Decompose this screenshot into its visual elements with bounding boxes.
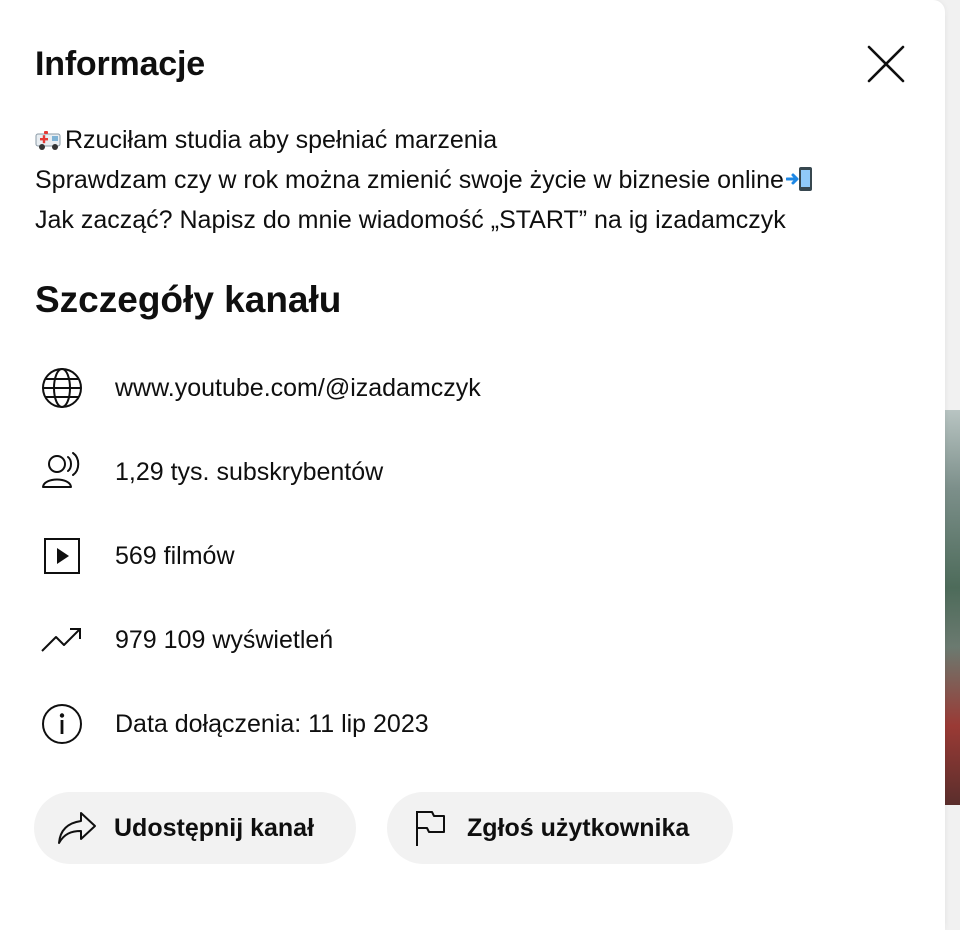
channel-details-title: Szczegóły kanału	[35, 279, 342, 320]
detail-row-views: 979 109 wyświetleń	[35, 612, 333, 668]
detail-row-url: www.youtube.com/@izadamczyk	[35, 360, 481, 416]
channel-url-link[interactable]: www.youtube.com/@izadamczyk	[115, 374, 481, 403]
description-line-2: Sprawdzam czy w rok można zmienić swoje …	[35, 160, 915, 200]
description-line-2-text: Sprawdzam czy w rok można zmienić swoje …	[35, 166, 784, 194]
close-icon	[867, 45, 905, 83]
trending-icon	[35, 616, 89, 664]
dialog-title: Informacje	[35, 45, 205, 83]
description-line-1-text: Rzuciłam studia aby spełniać marzenia	[65, 126, 498, 154]
subscribers-icon	[35, 448, 89, 496]
detail-row-subscribers: 1,29 tys. subskrybentów	[35, 444, 383, 500]
share-icon	[54, 805, 100, 851]
video-count: 569 filmów	[115, 541, 235, 570]
share-channel-label: Udostępnij kanał	[114, 813, 315, 842]
join-date: Data dołączenia: 11 lip 2023	[115, 709, 429, 738]
globe-icon	[35, 364, 89, 412]
flag-icon	[407, 805, 453, 851]
share-channel-button[interactable]: Udostępnij kanał	[34, 792, 356, 864]
video-icon	[35, 532, 89, 580]
description-line-1: Rzuciłam studia aby spełniać marzenia	[35, 120, 915, 160]
view-count: 979 109 wyświetleń	[115, 625, 334, 654]
report-user-label: Zgłoś użytkownika	[467, 813, 690, 842]
close-button[interactable]	[862, 40, 910, 88]
detail-row-joined: Data dołączenia: 11 lip 2023	[35, 696, 429, 752]
subscriber-count: 1,29 tys. subskrybentów	[115, 457, 384, 486]
report-user-button[interactable]: Zgłoś użytkownika	[387, 792, 733, 864]
description-line-3: Jak zacząć? Napisz do mnie wiadomość „ST…	[35, 206, 786, 234]
info-icon	[35, 700, 89, 748]
detail-row-videos: 569 filmów	[35, 528, 235, 584]
channel-description: Rzuciłam studia aby spełniać marzenia Sp…	[35, 120, 915, 240]
about-channel-dialog: Informacje Rzuciłam studia aby spełniać …	[0, 0, 945, 930]
ambulance-emoji	[35, 131, 61, 150]
mobile-phone-arrow-emoji	[785, 167, 812, 191]
